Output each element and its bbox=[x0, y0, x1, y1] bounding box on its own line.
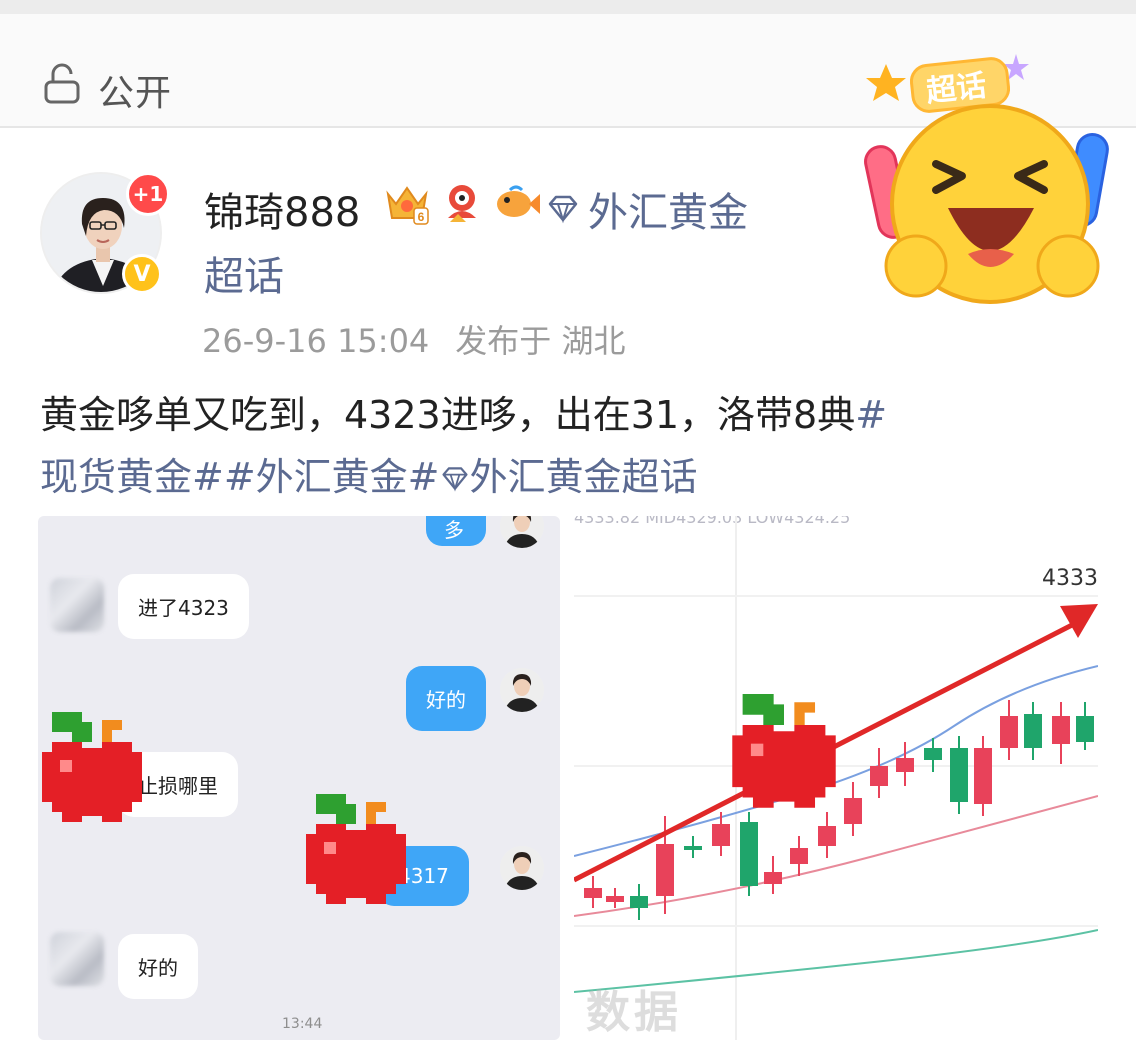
candle-body bbox=[630, 896, 648, 908]
candle-body bbox=[844, 798, 862, 824]
post-body: 黄金哆单又吃到，4323进哆，出在31，洛带8典# 现货黄金##外汇黄金# 外汇黄… bbox=[40, 384, 1120, 508]
chat-avatar-blurred bbox=[50, 932, 104, 986]
post-meta: 26-9-16 15:04 发布于 湖北 bbox=[202, 316, 625, 362]
username[interactable]: 锦琦888 bbox=[204, 180, 360, 238]
hashtag-forex-gold[interactable]: #外汇黄金# bbox=[224, 455, 440, 499]
chat-avatar-self bbox=[500, 668, 544, 712]
chat-avatar-blurred bbox=[50, 578, 104, 632]
candle-body bbox=[764, 872, 782, 884]
candle-body bbox=[584, 888, 602, 898]
candle-body bbox=[870, 766, 888, 786]
hashtag-open[interactable]: # bbox=[855, 393, 887, 437]
candlestick-chart bbox=[574, 516, 1098, 1040]
diamond-icon bbox=[441, 467, 468, 492]
candle-body bbox=[924, 748, 942, 760]
post-location: 发布于 湖北 bbox=[455, 322, 626, 360]
chat-screenshot-image[interactable]: 多 进了4323 好的 止损哪里 4317 好的 13:44 bbox=[38, 516, 560, 1040]
candle-body bbox=[1052, 716, 1070, 744]
chat-bubble: 好的 bbox=[406, 666, 486, 731]
sports-mascot-icon[interactable] bbox=[438, 180, 484, 226]
candle-body bbox=[950, 748, 968, 802]
supertopic-link[interactable]: 外汇黄金 bbox=[546, 180, 748, 238]
user-badges: 6 bbox=[384, 180, 542, 226]
fish-icon[interactable] bbox=[492, 180, 542, 226]
visibility-label: 公开 bbox=[98, 73, 173, 114]
post-date: 26-9-16 15:04 bbox=[202, 322, 430, 360]
chat-bubble-top: 多 bbox=[426, 516, 486, 546]
candle-body bbox=[790, 848, 808, 864]
price-chart-image[interactable]: 4333.82 MID4329.03 LOW4324.25 4333 数据 bbox=[574, 516, 1098, 1040]
candle-body bbox=[1024, 714, 1042, 748]
chat-avatar-self bbox=[500, 846, 544, 890]
post-text: 黄金哆单又吃到，4323进哆，出在31，洛带8典 bbox=[40, 393, 856, 437]
apple-sticker-icon bbox=[732, 694, 836, 808]
apple-sticker-icon bbox=[42, 712, 142, 822]
hashtag-supertopic[interactable]: 外汇黄金超话 bbox=[440, 455, 698, 499]
chart-watermark: 数据 bbox=[586, 987, 682, 1038]
crown-level-6-icon[interactable]: 6 bbox=[384, 180, 430, 226]
candle-body bbox=[974, 748, 992, 804]
verified-badge: V bbox=[122, 254, 162, 294]
candle-body bbox=[740, 822, 758, 886]
lock-icon bbox=[44, 63, 80, 104]
diamond-icon bbox=[548, 195, 578, 224]
candle-body bbox=[896, 758, 914, 772]
candle-body bbox=[818, 826, 836, 846]
hashtag-supertopic-label: 外汇黄金超话 bbox=[469, 455, 698, 499]
candles bbox=[584, 700, 1094, 920]
new-badge: +1 bbox=[126, 172, 170, 216]
crown-level-number: 6 bbox=[418, 210, 425, 224]
candle-body bbox=[684, 846, 702, 850]
laughing-emoji-sticker[interactable]: 超话 bbox=[864, 44, 1114, 316]
apple-sticker-icon bbox=[306, 794, 406, 904]
sticker-label: 超话 bbox=[925, 68, 988, 109]
chat-avatar-self bbox=[500, 516, 544, 548]
hashtag-spot-gold[interactable]: 现货黄金# bbox=[40, 455, 224, 499]
supertopic-suffix[interactable]: 超话 bbox=[204, 244, 284, 302]
trend-arrow-head bbox=[1060, 604, 1098, 638]
candle-body bbox=[1000, 716, 1018, 748]
chat-bubble: 好的 bbox=[118, 934, 198, 999]
chat-timestamp: 13:44 bbox=[282, 1016, 323, 1032]
candle-body bbox=[1076, 716, 1094, 742]
supertopic-name: 外汇黄金 bbox=[588, 190, 748, 236]
candle-body bbox=[606, 896, 624, 902]
chat-bubble: 进了4323 bbox=[118, 574, 249, 639]
candle-body bbox=[656, 844, 674, 896]
status-strip bbox=[0, 0, 1136, 14]
candle-body bbox=[712, 824, 730, 846]
